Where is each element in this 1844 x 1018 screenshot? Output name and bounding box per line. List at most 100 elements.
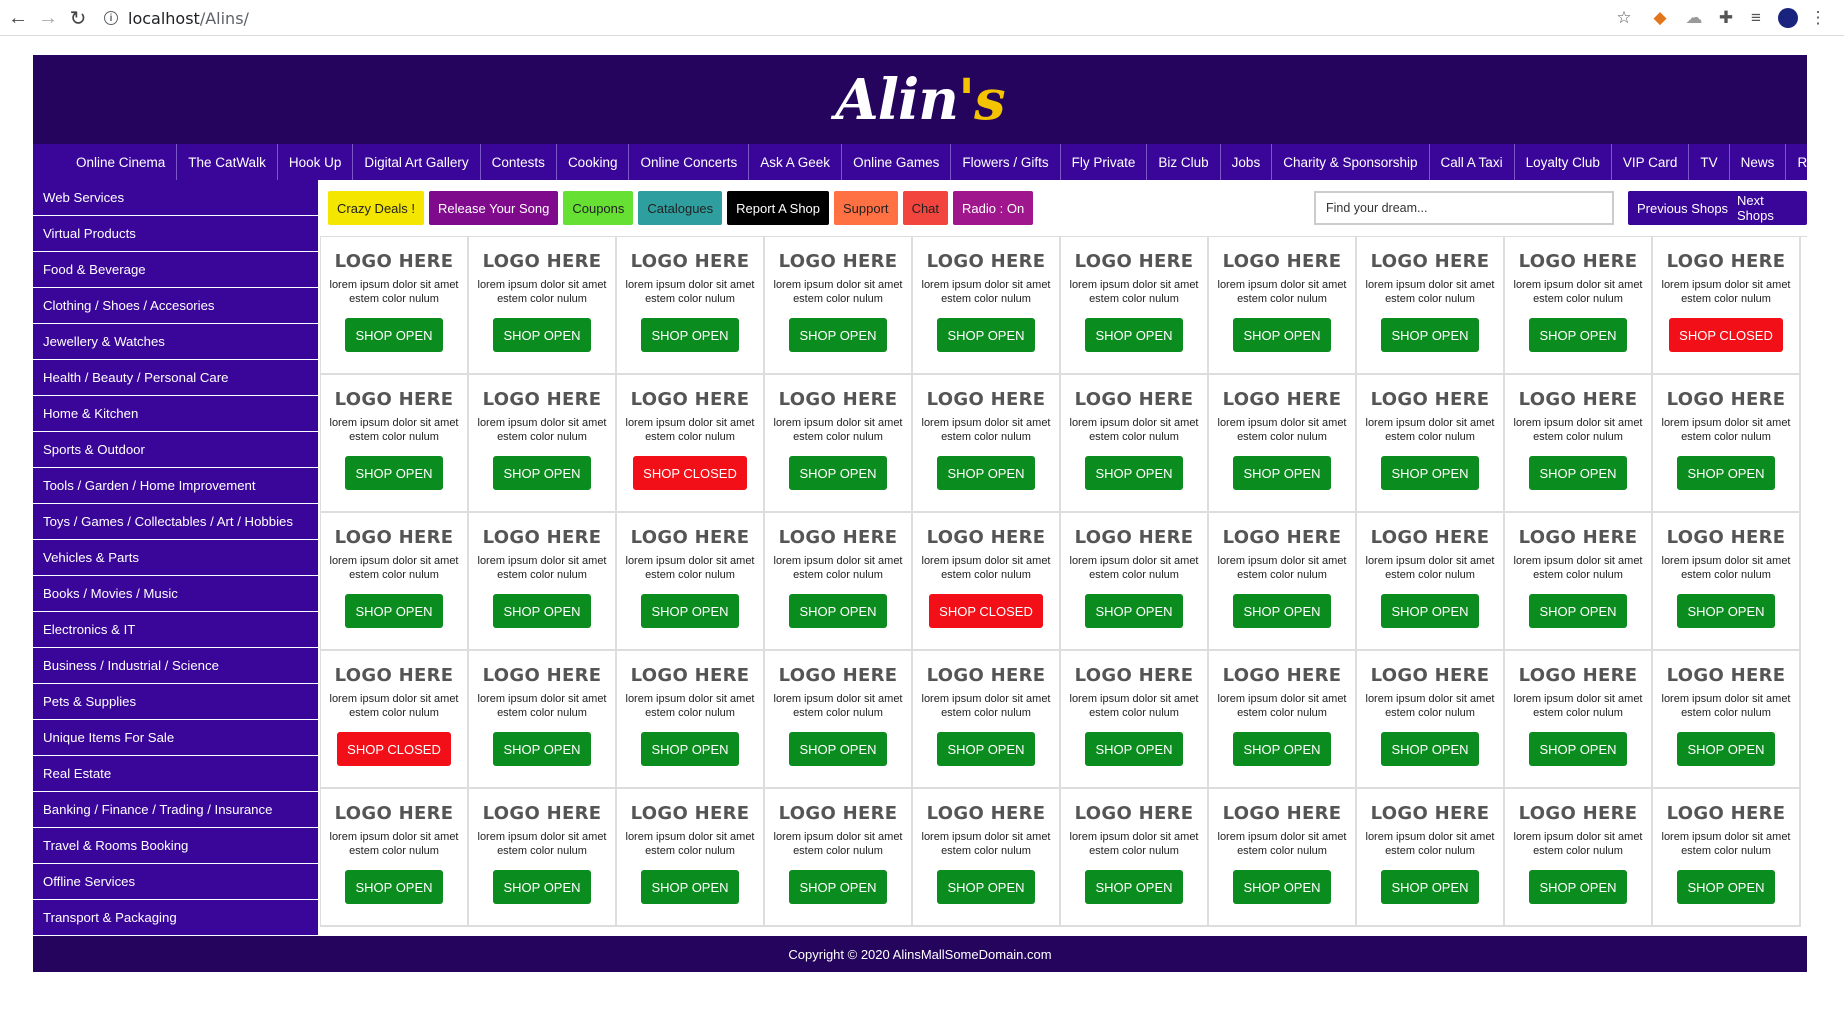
- shop-logo-placeholder[interactable]: LOGO HERE: [1075, 803, 1194, 824]
- shop-logo-placeholder[interactable]: LOGO HERE: [335, 527, 454, 548]
- shop-open-button[interactable]: SHOP OPEN: [1677, 870, 1775, 904]
- shop-logo-placeholder[interactable]: LOGO HERE: [1075, 251, 1194, 272]
- sidebar-item-food-beverage[interactable]: Food & Beverage: [33, 252, 318, 288]
- site-logo[interactable]: Alin's: [835, 67, 1005, 133]
- nav-item-biz-club[interactable]: Biz Club: [1147, 144, 1221, 180]
- search-input[interactable]: [1314, 191, 1614, 225]
- nav-item-hook-up[interactable]: Hook Up: [278, 144, 354, 180]
- support-button[interactable]: Support: [834, 191, 898, 225]
- shop-open-button[interactable]: SHOP OPEN: [493, 594, 591, 628]
- shop-open-button[interactable]: SHOP OPEN: [1381, 870, 1479, 904]
- sidebar-item-home-kitchen[interactable]: Home & Kitchen: [33, 396, 318, 432]
- nav-item-the-catwalk[interactable]: The CatWalk: [177, 144, 278, 180]
- shop-logo-placeholder[interactable]: LOGO HERE: [631, 251, 750, 272]
- menu-dots-icon[interactable]: ⋮: [1806, 6, 1830, 30]
- shop-logo-placeholder[interactable]: LOGO HERE: [483, 389, 602, 410]
- shop-logo-placeholder[interactable]: LOGO HERE: [1519, 251, 1638, 272]
- shop-open-button[interactable]: SHOP OPEN: [345, 318, 443, 352]
- forward-arrow-icon[interactable]: →: [36, 6, 60, 30]
- shop-closed-button[interactable]: SHOP CLOSED: [1669, 318, 1783, 352]
- radio-on-button[interactable]: Radio : On: [953, 191, 1034, 225]
- nav-item-charity-sponsorship[interactable]: Charity & Sponsorship: [1272, 144, 1430, 180]
- shop-open-button[interactable]: SHOP OPEN: [937, 870, 1035, 904]
- shop-logo-placeholder[interactable]: LOGO HERE: [335, 665, 454, 686]
- shop-logo-placeholder[interactable]: LOGO HERE: [1667, 665, 1786, 686]
- profile-avatar-icon[interactable]: [1776, 6, 1800, 30]
- shop-open-button[interactable]: SHOP OPEN: [345, 870, 443, 904]
- shop-open-button[interactable]: SHOP OPEN: [1381, 732, 1479, 766]
- sidebar-item-business-industrial-science[interactable]: Business / Industrial / Science: [33, 648, 318, 684]
- shop-logo-placeholder[interactable]: LOGO HERE: [779, 803, 898, 824]
- shop-logo-placeholder[interactable]: LOGO HERE: [335, 389, 454, 410]
- shop-open-button[interactable]: SHOP OPEN: [937, 732, 1035, 766]
- shop-logo-placeholder[interactable]: LOGO HERE: [631, 803, 750, 824]
- shop-logo-placeholder[interactable]: LOGO HERE: [1667, 527, 1786, 548]
- shop-open-button[interactable]: SHOP OPEN: [1233, 594, 1331, 628]
- shop-logo-placeholder[interactable]: LOGO HERE: [1075, 389, 1194, 410]
- shop-open-button[interactable]: SHOP OPEN: [1529, 456, 1627, 490]
- sidebar-item-web-services[interactable]: Web Services: [33, 180, 318, 216]
- shop-logo-placeholder[interactable]: LOGO HERE: [927, 527, 1046, 548]
- shop-logo-placeholder[interactable]: LOGO HERE: [1223, 527, 1342, 548]
- shop-open-button[interactable]: SHOP OPEN: [937, 318, 1035, 352]
- shop-logo-placeholder[interactable]: LOGO HERE: [335, 803, 454, 824]
- nav-item-jobs[interactable]: Jobs: [1221, 144, 1273, 180]
- shop-open-button[interactable]: SHOP OPEN: [789, 594, 887, 628]
- shop-logo-placeholder[interactable]: LOGO HERE: [1667, 251, 1786, 272]
- sidebar-item-virtual-products[interactable]: Virtual Products: [33, 216, 318, 252]
- shop-open-button[interactable]: SHOP OPEN: [1085, 594, 1183, 628]
- shop-logo-placeholder[interactable]: LOGO HERE: [1519, 527, 1638, 548]
- shop-open-button[interactable]: SHOP OPEN: [1529, 594, 1627, 628]
- shop-open-button[interactable]: SHOP OPEN: [641, 318, 739, 352]
- nav-item-online-concerts[interactable]: Online Concerts: [629, 144, 750, 180]
- nav-item-cooking[interactable]: Cooking: [557, 144, 630, 180]
- shop-closed-button[interactable]: SHOP CLOSED: [929, 594, 1043, 628]
- shop-open-button[interactable]: SHOP OPEN: [1529, 870, 1627, 904]
- nav-item-news[interactable]: News: [1730, 144, 1787, 180]
- shop-logo-placeholder[interactable]: LOGO HERE: [927, 389, 1046, 410]
- shop-open-button[interactable]: SHOP OPEN: [789, 870, 887, 904]
- cloud-extension-icon[interactable]: ☁: [1682, 6, 1706, 30]
- nav-item-vip-card[interactable]: VIP Card: [1612, 144, 1690, 180]
- shop-logo-placeholder[interactable]: LOGO HERE: [1371, 251, 1490, 272]
- coupons-button[interactable]: Coupons: [563, 191, 634, 225]
- shop-logo-placeholder[interactable]: LOGO HERE: [631, 527, 750, 548]
- sidebar-item-tools-garden-home-improvement[interactable]: Tools / Garden / Home Improvement: [33, 468, 318, 504]
- shop-logo-placeholder[interactable]: LOGO HERE: [483, 527, 602, 548]
- shop-open-button[interactable]: SHOP OPEN: [1381, 594, 1479, 628]
- shop-logo-placeholder[interactable]: LOGO HERE: [1075, 527, 1194, 548]
- sidebar-item-offline-services[interactable]: Offline Services: [33, 864, 318, 900]
- shop-open-button[interactable]: SHOP OPEN: [1085, 870, 1183, 904]
- bookmark-star-icon[interactable]: ☆: [1612, 6, 1636, 30]
- sidebar-item-travel-rooms-booking[interactable]: Travel & Rooms Booking: [33, 828, 318, 864]
- sidebar-item-jewellery-watches[interactable]: Jewellery & Watches: [33, 324, 318, 360]
- sidebar-item-books-movies-music[interactable]: Books / Movies / Music: [33, 576, 318, 612]
- catalogues-button[interactable]: Catalogues: [638, 191, 723, 225]
- shop-logo-placeholder[interactable]: LOGO HERE: [779, 251, 898, 272]
- reload-icon[interactable]: ↻: [66, 6, 90, 30]
- sidebar-item-banking-finance-trading-insurance[interactable]: Banking / Finance / Trading / Insurance: [33, 792, 318, 828]
- shop-open-button[interactable]: SHOP OPEN: [1085, 732, 1183, 766]
- shop-logo-placeholder[interactable]: LOGO HERE: [1667, 803, 1786, 824]
- shop-logo-placeholder[interactable]: LOGO HERE: [1519, 665, 1638, 686]
- nav-item-digital-art-gallery[interactable]: Digital Art Gallery: [353, 144, 481, 180]
- nav-item-call-a-taxi[interactable]: Call A Taxi: [1430, 144, 1515, 180]
- shop-open-button[interactable]: SHOP OPEN: [345, 594, 443, 628]
- report-a-shop-button[interactable]: Report A Shop: [727, 191, 830, 225]
- shop-logo-placeholder[interactable]: LOGO HERE: [1667, 389, 1786, 410]
- shop-open-button[interactable]: SHOP OPEN: [641, 732, 739, 766]
- chat-button[interactable]: Chat: [902, 191, 949, 225]
- sidebar-item-clothing-shoes-accesories[interactable]: Clothing / Shoes / Accesories: [33, 288, 318, 324]
- shop-logo-placeholder[interactable]: LOGO HERE: [1519, 803, 1638, 824]
- shop-closed-button[interactable]: SHOP CLOSED: [633, 456, 747, 490]
- release-your-song-button[interactable]: Release Your Song: [429, 191, 559, 225]
- shop-open-button[interactable]: SHOP OPEN: [1233, 456, 1331, 490]
- shop-open-button[interactable]: SHOP OPEN: [641, 870, 739, 904]
- shop-logo-placeholder[interactable]: LOGO HERE: [483, 251, 602, 272]
- nav-item-online-games[interactable]: Online Games: [842, 144, 952, 180]
- sidebar-item-pets-supplies[interactable]: Pets & Supplies: [33, 684, 318, 720]
- sidebar-item-toys-games-collectables-art-hobbies[interactable]: Toys / Games / Collectables / Art / Hobb…: [33, 504, 318, 540]
- shop-logo-placeholder[interactable]: LOGO HERE: [779, 527, 898, 548]
- shop-logo-placeholder[interactable]: LOGO HERE: [1371, 665, 1490, 686]
- next-shops-button[interactable]: Next Shops: [1728, 191, 1807, 225]
